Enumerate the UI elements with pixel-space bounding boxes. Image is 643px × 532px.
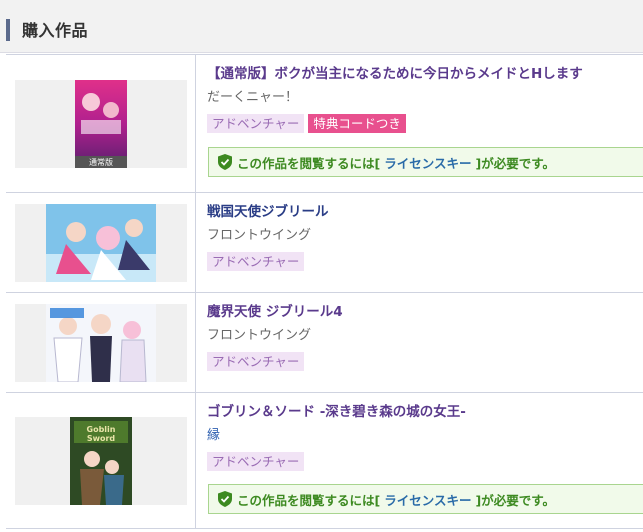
thumbnail-cell: 通常版 xyxy=(6,55,196,192)
license-text-after: ]が必要です。 xyxy=(475,492,555,508)
tag-list: アドベンチャー xyxy=(207,351,643,371)
svg-text:Sword: Sword xyxy=(86,434,115,443)
genre-tag[interactable]: アドベンチャー xyxy=(207,114,305,133)
genre-tag[interactable]: アドベンチャー xyxy=(207,452,305,471)
license-key-link[interactable]: ライセンスキー xyxy=(384,153,471,172)
cover-image[interactable] xyxy=(45,203,156,282)
cover-image[interactable] xyxy=(45,303,156,382)
genre-tag[interactable]: アドベンチャー xyxy=(207,252,305,271)
genre-tag[interactable]: アドベンチャー xyxy=(207,352,305,371)
thumbnail-cell xyxy=(6,293,196,392)
item-title-link[interactable]: 戦国天使ジブリール xyxy=(207,203,643,221)
item-brand-link[interactable]: 縁 xyxy=(207,427,643,445)
license-text-before: この作品を閲覧するには[ xyxy=(237,492,381,508)
list-item: 戦国天使ジブリール フロントウイング アドベンチャー xyxy=(6,192,643,292)
item-info: ゴブリン＆ソード -深き碧き森の城の女王- 縁 アドベンチャー この作品を閲覧す… xyxy=(196,393,643,528)
item-title-link[interactable]: 魔界天使 ジブリール4 xyxy=(207,303,643,321)
item-info: 魔界天使 ジブリール4 フロントウイング アドベンチャー xyxy=(196,293,643,392)
item-info: 戦国天使ジブリール フロントウイング アドベンチャー xyxy=(196,193,643,292)
list-item: Goblin Sword ゴブリン＆ソード -深き碧き森の城の女王- 縁 アドベ… xyxy=(6,392,643,529)
tag-list: アドベンチャー 特典コードつき xyxy=(207,113,643,133)
item-brand-link[interactable]: フロントウイング xyxy=(207,327,643,345)
purchased-list: 通常版 【通常版】ボクが当主になるために今日からメイドとHします だーくニャー！… xyxy=(6,54,643,529)
cover-image[interactable]: 通常版 xyxy=(74,79,127,168)
special-tag[interactable]: 特典コードつき xyxy=(308,114,406,133)
license-notice: この作品を閲覧するには[ ライセンスキー ]が必要です。 xyxy=(208,484,643,514)
item-brand-link[interactable]: フロントウイング xyxy=(207,227,643,245)
list-item: 通常版 【通常版】ボクが当主になるために今日からメイドとHします だーくニャー！… xyxy=(6,54,643,192)
thumbnail-cell xyxy=(6,193,196,292)
thumbnail-cell: Goblin Sword xyxy=(6,393,196,528)
tag-list: アドベンチャー xyxy=(207,451,643,471)
cover-label: 通常版 xyxy=(89,157,113,167)
license-notice: この作品を閲覧するには[ ライセンスキー ]が必要です。 xyxy=(208,147,643,177)
item-title-link[interactable]: ゴブリン＆ソード -深き碧き森の城の女王- xyxy=(207,403,643,421)
license-key-link[interactable]: ライセンスキー xyxy=(384,490,471,509)
tag-list: アドベンチャー xyxy=(207,251,643,271)
license-text-after: ]が必要です。 xyxy=(475,155,555,171)
license-text-before: この作品を閲覧するには[ xyxy=(237,155,381,171)
thumbnail-frame[interactable]: 通常版 xyxy=(14,79,187,168)
thumbnail-frame[interactable]: Goblin Sword xyxy=(14,416,187,505)
section-header: 購入作品 xyxy=(0,0,643,53)
list-item: 魔界天使 ジブリール4 フロントウイング アドベンチャー xyxy=(6,292,643,392)
thumbnail-frame[interactable] xyxy=(14,203,187,282)
svg-text:Goblin: Goblin xyxy=(86,425,115,434)
thumbnail-frame[interactable] xyxy=(14,303,187,382)
section-accent-bar xyxy=(6,19,10,41)
cover-image[interactable]: Goblin Sword xyxy=(69,416,132,505)
item-brand-link[interactable]: だーくニャー！ xyxy=(207,89,643,107)
shield-check-icon xyxy=(218,154,232,170)
shield-check-icon xyxy=(218,491,232,507)
item-info: 【通常版】ボクが当主になるために今日からメイドとHします だーくニャー！ アドベ… xyxy=(196,55,643,192)
section-title: 購入作品 xyxy=(22,21,89,40)
item-title-link[interactable]: 【通常版】ボクが当主になるために今日からメイドとHします xyxy=(207,65,643,83)
